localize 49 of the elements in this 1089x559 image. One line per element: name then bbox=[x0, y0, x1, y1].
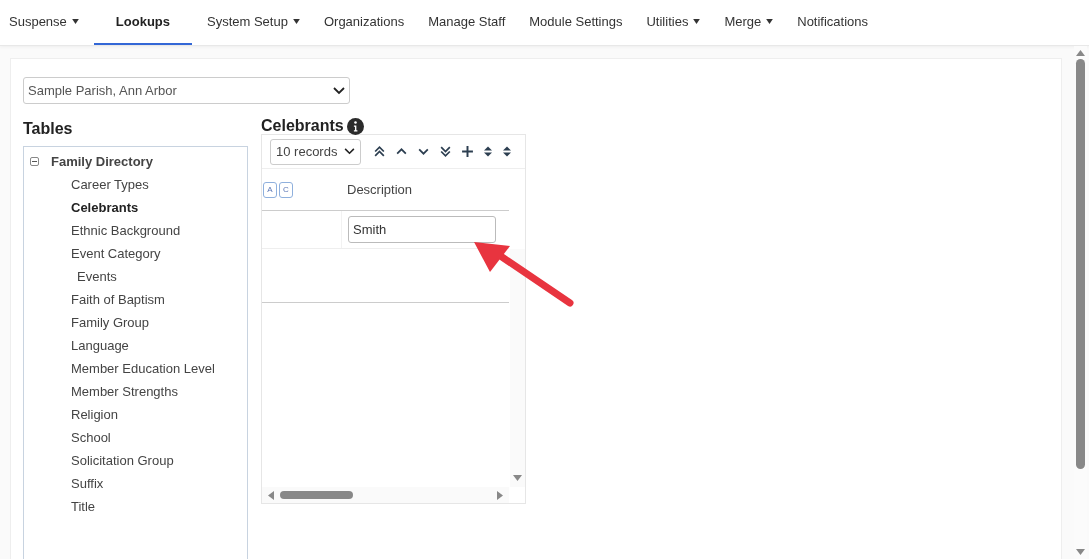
tree-item[interactable]: Solicitation Group bbox=[24, 449, 247, 472]
nav-tab[interactable]: Notifications bbox=[788, 0, 878, 45]
nav-tab[interactable]: System Setup bbox=[198, 0, 309, 45]
input-field[interactable]: Smith bbox=[348, 216, 496, 243]
tree-item[interactable]: Title bbox=[24, 495, 247, 518]
chevron-down-icon bbox=[333, 86, 345, 95]
nav-tab[interactable]: Merge bbox=[715, 0, 783, 45]
tree-item[interactable]: Events bbox=[24, 265, 247, 288]
filter-badge[interactable]: C bbox=[279, 181, 293, 198]
move-first-icon[interactable] bbox=[373, 145, 387, 158]
horizontal-scrollbar[interactable] bbox=[262, 487, 509, 503]
tree-item[interactable]: Celebrants bbox=[24, 196, 247, 219]
page-size-select[interactable]: 10 records bbox=[270, 138, 362, 165]
nav-tab[interactable]: Utilities bbox=[637, 0, 710, 45]
nav-tab[interactable]: Manage Staff bbox=[419, 0, 515, 45]
sort-icon[interactable] bbox=[483, 145, 494, 158]
collapse-icon[interactable] bbox=[30, 157, 39, 166]
info-icon[interactable] bbox=[346, 117, 364, 135]
tree-item[interactable]: School bbox=[24, 426, 247, 449]
scroll-up-icon[interactable] bbox=[1076, 50, 1085, 56]
parish-select[interactable]: Sample Parish, Ann Arbor bbox=[23, 77, 350, 104]
tree-item[interactable]: Suffix bbox=[24, 472, 247, 495]
tree-item[interactable]: Event Category bbox=[24, 242, 247, 265]
tree-item[interactable]: Member Education Level bbox=[24, 357, 247, 380]
section-title: Tables bbox=[23, 119, 74, 139]
tree-item[interactable]: Member Strengths bbox=[24, 380, 247, 403]
move-last-icon[interactable] bbox=[439, 145, 453, 158]
nav-tab[interactable]: Organizations bbox=[314, 0, 414, 45]
scroll-left-icon[interactable] bbox=[268, 490, 274, 500]
scroll-right-icon[interactable] bbox=[497, 490, 503, 500]
filter-badge[interactable]: A bbox=[263, 181, 277, 198]
scroll-down-icon[interactable] bbox=[513, 475, 522, 481]
nav-tab[interactable]: Module Settings bbox=[520, 0, 632, 45]
section-title: Celebrants bbox=[261, 117, 344, 135]
scroll-down-icon[interactable] bbox=[1076, 549, 1085, 555]
tree-item[interactable]: Family Directory bbox=[51, 150, 153, 173]
tree-item[interactable]: Ethnic Background bbox=[24, 219, 247, 242]
tree-item[interactable]: Religion bbox=[24, 403, 247, 426]
tree-item[interactable]: Career Types bbox=[24, 173, 247, 196]
column-header[interactable]: Description bbox=[341, 182, 413, 197]
nav-tab[interactable]: Lookups bbox=[93, 0, 192, 45]
sort-icon[interactable] bbox=[502, 145, 513, 158]
tree-item[interactable]: Faith of Baptism bbox=[24, 288, 247, 311]
vertical-scrollbar[interactable] bbox=[510, 249, 525, 487]
tree-item[interactable]: Language bbox=[24, 334, 247, 357]
tree-item[interactable]: Family Group bbox=[24, 311, 247, 334]
chevron-down-icon bbox=[344, 148, 356, 155]
nav-tab[interactable]: Suspense bbox=[0, 0, 88, 45]
add-icon[interactable] bbox=[461, 145, 475, 158]
